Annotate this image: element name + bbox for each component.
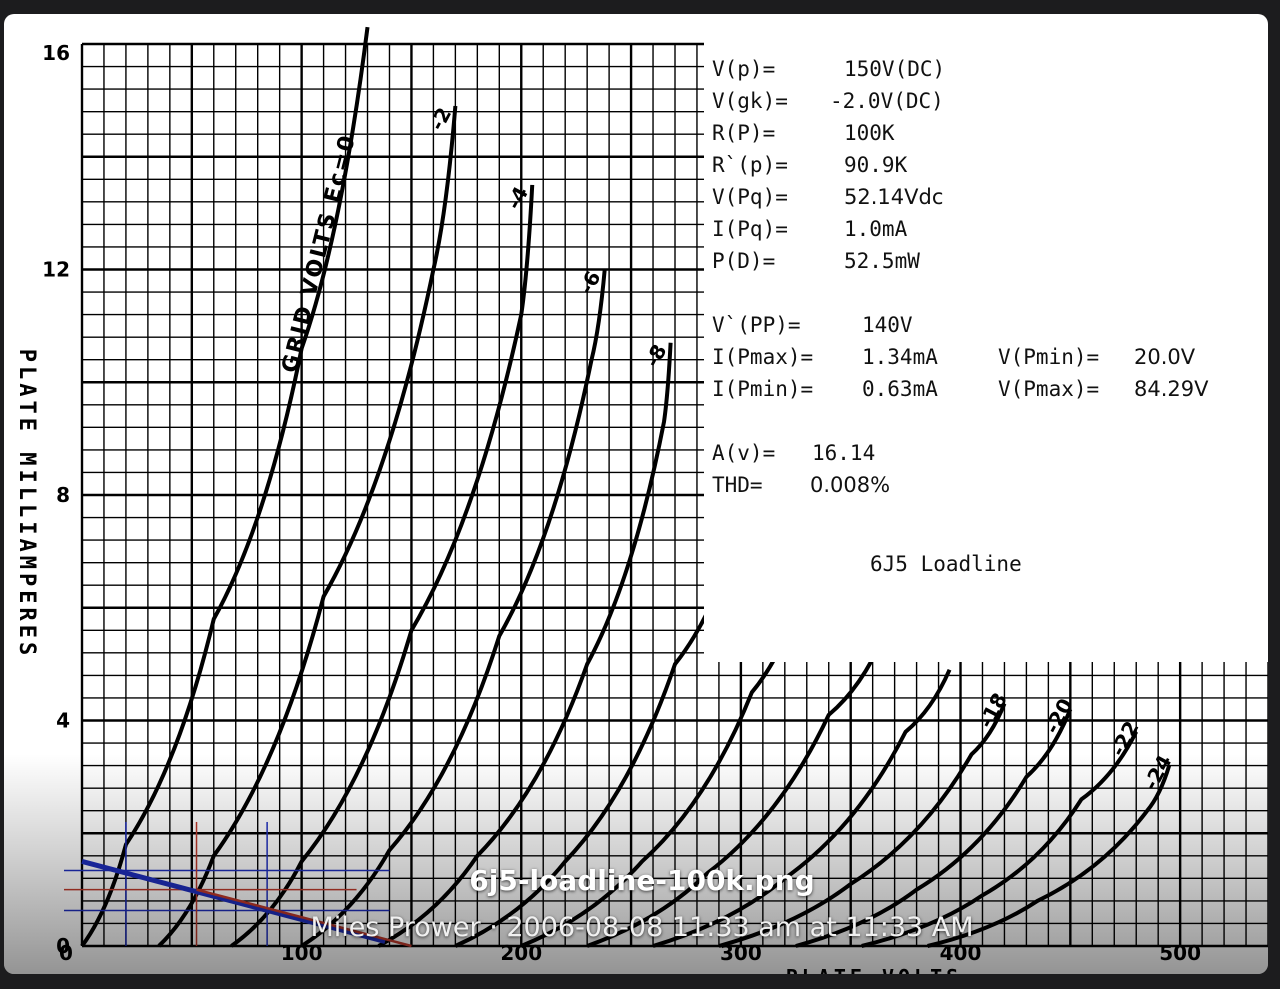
- curve-label: -18: [974, 689, 1012, 732]
- y-tick-label: 16: [42, 41, 70, 65]
- y-axis-label: PLATE MILLIAMPERES: [14, 349, 39, 659]
- photo-metadata: Miles Prower · 2006-08-08 11:33 am at 11…: [310, 912, 974, 943]
- photo-viewer: 0 4 8 12 16 0 100 200 300 400 500 PLATE MILLIAMPERE…: [0, 0, 1280, 989]
- x-tick-label: 0: [59, 941, 73, 965]
- y-tick-label: 12: [42, 258, 70, 282]
- info-vpp: V`(PP)= 140V: [712, 313, 913, 337]
- curve-minus20: [795, 708, 1073, 948]
- info-thd: THD= 0.008%: [712, 473, 891, 497]
- curve-label: -4: [501, 182, 533, 213]
- x-axis-label: PLATE VOLTS: [786, 965, 962, 974]
- info-rpp: R`(p)= 90.9K: [712, 153, 908, 177]
- info-panel: V(p)= 150V(DC) V(gk)= -2.0V(DC) R(P)= 100K …: [704, 42, 1268, 662]
- x-tick-label: 500: [1159, 941, 1201, 965]
- curve-label: -22: [1105, 717, 1143, 760]
- photo-image[interactable]: 0 4 8 12 16 0 100 200 300 400 500 PLATE MILLIAMPERE…: [4, 14, 1268, 974]
- info-vp: V(p)= 150V(DC): [712, 57, 946, 81]
- chart-title: 6J5 Loadline: [870, 552, 1022, 576]
- y-tick-label: 4: [56, 709, 70, 733]
- curve-label: -20: [1040, 694, 1078, 737]
- info-vgk: V(gk)= -2.0V(DC): [712, 89, 944, 113]
- x-tick-label: 400: [940, 941, 982, 965]
- info-vpq: V(Pq)= 52.14Vdc: [712, 185, 944, 209]
- info-ipmin-row: I(Pmin)= 0.63mA V(Pmax)= 84.29V: [712, 377, 1209, 401]
- info-ipq: I(Pq)= 1.0mA: [712, 217, 908, 241]
- y-tick-label: 8: [56, 483, 70, 507]
- photo-filename: 6j5-loadline-100k.png: [469, 864, 815, 897]
- curve-0: [80, 26, 370, 948]
- curve-minus4: [230, 184, 535, 948]
- curve-label: -8: [640, 340, 672, 371]
- info-rp: R(P)= 100K: [712, 121, 895, 145]
- grid-volts-label: GRID VOLTS Ec=0: [278, 132, 362, 376]
- info-av: A(v)= 16.14: [712, 441, 876, 465]
- info-pd: P(D)= 52.5mW: [712, 249, 920, 273]
- info-ipmax-row: I(Pmax)= 1.34mA V(Pmin)= 20.0V: [712, 345, 1196, 369]
